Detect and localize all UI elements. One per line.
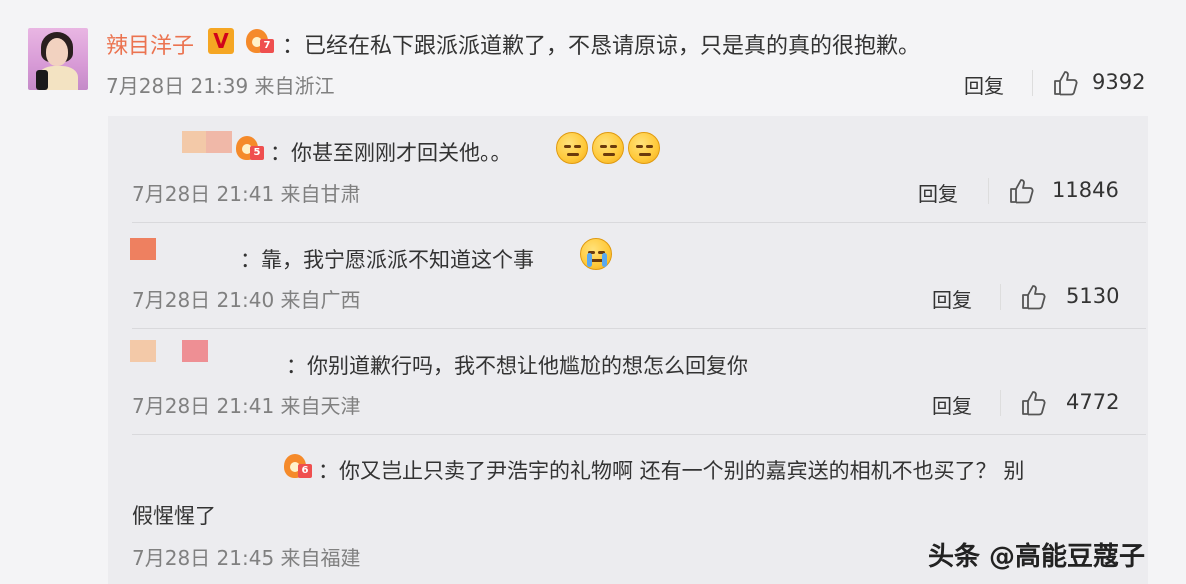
main-comment-meta: 7月28日 21:39 来自浙江 <box>106 74 335 98</box>
fan-level-icon: 6 <box>284 452 314 480</box>
weibo-comment-panel: 辣目洋子 V 7 ：已经在私下跟派派道歉了，不恳请原谅，只是真的真的很抱歉。 7… <box>0 0 1186 584</box>
blurred-username <box>206 131 232 153</box>
verified-v-icon: V <box>208 28 234 54</box>
watermark-text: 头条 @高能豆蔻子 <box>928 542 1146 572</box>
dull-face-emoji <box>628 132 660 164</box>
reply-separator <box>132 222 1146 223</box>
reply-text: ：靠，我宁愿派派不知道这个事 <box>240 248 534 272</box>
reply-meta: 7月28日 21:45 来自福建 <box>132 546 361 570</box>
reply-button[interactable]: 回复 <box>932 284 972 313</box>
avatar-face <box>46 38 68 66</box>
dull-face-emoji <box>556 132 588 164</box>
reply-button[interactable]: 回复 <box>918 178 958 207</box>
reply-text: ：你又岂止只卖了尹浩宇的礼物啊 还有一个别的嘉宾送的相机不也买了？ 别 <box>318 459 1025 483</box>
avatar-shirt <box>36 70 48 90</box>
blurred-username <box>182 131 206 153</box>
like-count: 9392 <box>1092 70 1146 94</box>
author-name[interactable]: 辣目洋子 <box>106 28 194 60</box>
reply-separator <box>132 328 1146 329</box>
like-thumb-icon[interactable] <box>1008 177 1036 205</box>
action-divider <box>988 178 989 204</box>
reply-text: ：你甚至刚刚才回关他。。 <box>270 141 512 165</box>
reply-meta: 7月28日 21:41 来自甘肃 <box>132 182 361 206</box>
blurred-username <box>182 340 208 362</box>
dull-face-emoji <box>592 132 624 164</box>
like-thumb-icon[interactable] <box>1020 389 1048 417</box>
like-thumb-icon[interactable] <box>1052 69 1080 97</box>
like-count: 11846 <box>1052 178 1119 202</box>
crying-face-emoji <box>580 238 612 270</box>
action-divider <box>1000 284 1001 310</box>
fan-level-icon: 5 <box>236 134 266 162</box>
reply-meta: 7月28日 21:41 来自天津 <box>132 394 361 418</box>
reply-separator <box>132 434 1146 435</box>
reply-text-continued: 假惺惺了 <box>132 504 216 528</box>
like-thumb-icon[interactable] <box>1020 283 1048 311</box>
reply-meta: 7月28日 21:40 来自广西 <box>132 288 361 312</box>
author-avatar[interactable] <box>28 28 88 90</box>
action-divider <box>1000 390 1001 416</box>
like-count: 4772 <box>1066 390 1120 414</box>
like-count: 5130 <box>1066 284 1120 308</box>
blurred-username <box>130 238 156 260</box>
reply-button[interactable]: 回复 <box>932 390 972 419</box>
reply-text: ：你别道歉行吗，我不想让他尴尬的想怎么回复你 <box>286 354 748 378</box>
reply-button[interactable]: 回复 <box>964 70 1004 99</box>
blurred-username <box>130 340 156 362</box>
fan-level-icon: 7 <box>246 27 276 55</box>
action-divider <box>1032 70 1033 96</box>
main-comment-text: ：已经在私下跟派派道歉了，不恳请原谅，只是真的真的很抱歉。 <box>282 34 921 59</box>
